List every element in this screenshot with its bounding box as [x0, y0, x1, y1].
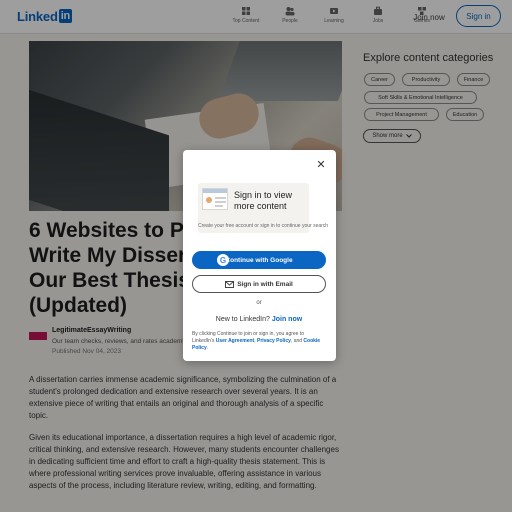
- new-to-linkedin-text: New to LinkedIn?: [215, 316, 270, 323]
- continue-with-google-button[interactable]: G Continue with Google: [192, 251, 326, 269]
- user-agreement-link[interactable]: User Agreement: [216, 338, 254, 344]
- close-icon[interactable]: ✕: [315, 159, 327, 171]
- terms-and: and: [293, 338, 303, 344]
- email-button-label: Sign in with Email: [237, 280, 293, 288]
- new-to-linkedin: New to LinkedIn? Join now: [192, 316, 326, 323]
- join-now-link[interactable]: Join now: [272, 316, 302, 323]
- promo-subtitle: Create your free account or sign in to c…: [198, 223, 329, 229]
- google-icon: G: [217, 254, 229, 266]
- or-divider: or: [256, 300, 262, 306]
- privacy-policy-link[interactable]: Privacy Policy: [257, 338, 291, 344]
- promo-title: Sign in to view more content: [234, 190, 293, 211]
- sign-in-modal: ✕ Sign in to view more content Create yo…: [183, 150, 336, 361]
- google-button-label: Continue with Google: [225, 256, 293, 264]
- profile-card-illustration: [202, 188, 228, 210]
- sign-in-with-email-button[interactable]: Sign in with Email: [192, 275, 326, 293]
- envelope-icon: [225, 280, 235, 288]
- terms-text: By clicking Continue to join or sign in,…: [192, 331, 321, 351]
